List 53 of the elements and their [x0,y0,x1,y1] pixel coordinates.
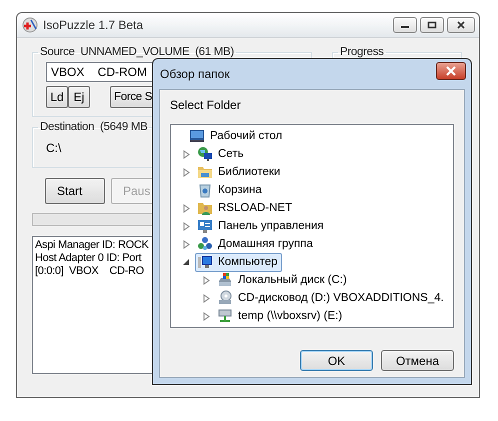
destination-label: Destination (5649 MB [39,121,148,133]
tree-item[interactable]: temp (\\vboxsrv) (E:) [215,306,346,326]
log-line: Host Adapter 0 ID: Port [35,252,142,265]
cd-drive-icon [217,290,233,306]
tree-item[interactable]: RSLOAD-NET [195,198,296,218]
computer-icon [197,254,213,270]
log-line: Aspi Manager ID: ROCK [35,239,149,252]
expand-arrow-icon[interactable] [183,150,190,158]
user-folder-icon [197,200,213,216]
maximize-icon [427,21,437,29]
drive-icon [217,272,233,288]
recycle-bin-icon [197,182,213,198]
expand-arrow-icon[interactable] [183,240,190,248]
source-label: Source UNNAMED_VOLUME (61 MB) [39,46,235,58]
close-icon [445,66,457,76]
tree-item[interactable]: Панель управления [195,216,328,236]
desktop-icon [189,128,205,144]
destination-path: C:\ [46,141,62,155]
network-icon [197,146,213,162]
close-button[interactable] [436,62,466,80]
source-button[interactable]: Ld [46,86,68,108]
source-button[interactable]: Ej [68,86,90,108]
collapse-arrow-icon[interactable] [183,258,190,266]
network-drive-icon [217,308,233,324]
minimize-button[interactable] [393,17,417,33]
maximize-button[interactable] [420,17,444,33]
tree-item[interactable]: Компьютер [195,252,282,272]
folder-icon [197,164,213,180]
expand-arrow-icon[interactable] [183,168,190,176]
log-line: [0:0:0] VBOX CD-RO [35,265,144,278]
app-icon [22,17,38,33]
close-icon [456,21,466,29]
homegroup-icon [197,236,213,252]
dialog-title: Обзор папок [160,67,231,81]
dialog-button[interactable]: Отмена [381,350,454,371]
tree-item[interactable]: CD-дисковод (D:) VBOXADDITIONS_4. [215,288,448,308]
expand-arrow-icon[interactable] [183,204,190,212]
tree-item[interactable]: Корзина [195,180,266,200]
expand-arrow-icon[interactable] [203,312,210,320]
window-title: IsoPuzzle 1.7 Beta [43,18,144,32]
tree-item[interactable]: Сеть [195,144,248,164]
expand-arrow-icon[interactable] [183,222,190,230]
tree-item[interactable]: Локальный диск (C:) [215,270,351,290]
expand-arrow-icon[interactable] [203,276,210,284]
tree-item[interactable]: Библиотеки [195,162,284,182]
progress-label: Progress [339,46,385,58]
close-button[interactable] [447,17,475,33]
dialog-button[interactable]: OK [300,350,373,371]
tree-item[interactable]: Домашняя группа [195,234,317,254]
control-panel-icon [197,218,213,234]
action-button[interactable]: Start [45,178,105,204]
tree-item[interactable]: Рабочий стол [187,126,286,146]
expand-arrow-icon[interactable] [203,294,210,302]
